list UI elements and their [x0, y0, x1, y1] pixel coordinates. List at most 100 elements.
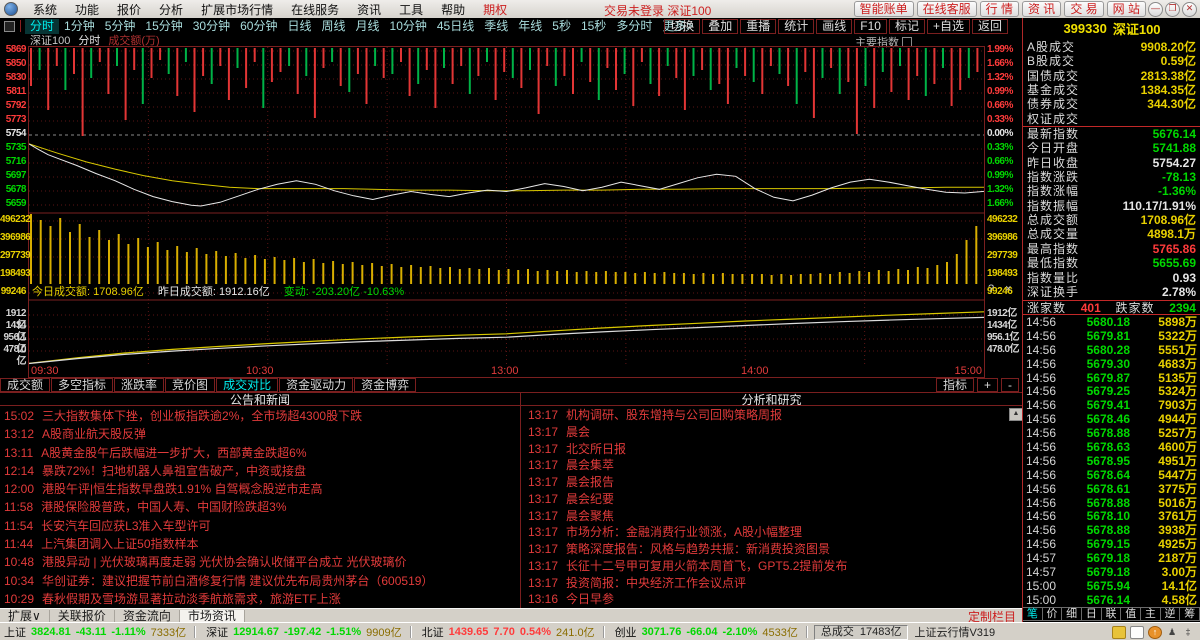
chart-tool-button[interactable]: +自选 [927, 19, 970, 34]
quote-tab[interactable]: 笔 [1023, 607, 1043, 621]
menu-item-options[interactable]: 期权 [474, 1, 516, 18]
news-item[interactable]: 13:17晨会 [528, 424, 1012, 441]
menu-item[interactable]: 资讯 [348, 3, 390, 17]
news-item[interactable]: 10:34华创证券：建议把握节前白酒修复行情 建议优先布局贵州茅台（600519… [4, 572, 518, 590]
news-item[interactable]: 13:17晨会纪要 [528, 491, 1012, 508]
quote-tab[interactable]: 日 [1082, 607, 1102, 621]
menu-item[interactable]: 功能 [66, 3, 108, 17]
indicator-tab[interactable]: 资金博弈 [354, 378, 416, 392]
period-tab[interactable]: 周线 [316, 19, 350, 34]
menu-quick-button[interactable]: 在线客服 [917, 1, 977, 17]
period-tab[interactable]: 10分钟 [385, 19, 432, 34]
index-quote[interactable]: 上证 3824.81 -43.11 -1.11% 7333亿 [0, 624, 202, 640]
news-item[interactable]: 13:11A股黄金股午后跌幅进一步扩大，西部黄金跌超6% [4, 444, 518, 462]
quote-tab[interactable]: 筹 [1180, 607, 1200, 621]
menu-quick-button[interactable]: 行 情 [980, 1, 1019, 17]
menu-item[interactable]: 扩展市场行情 [192, 3, 282, 17]
menu-item[interactable]: 报价 [108, 3, 150, 17]
zoom-in-button[interactable]: + [977, 378, 998, 392]
menu-item[interactable]: 分析 [150, 3, 192, 17]
chart-tool-button[interactable]: 统计 [778, 19, 814, 34]
news-item[interactable]: 13:17策略深度报告：风格与趋势共振：新消费投资图景 [528, 541, 1012, 558]
news-item[interactable]: 13:17晨会集萃 [528, 457, 1012, 474]
news-item[interactable]: 13:17晨会聚焦 [528, 508, 1012, 525]
period-tab[interactable]: 5秒 [547, 19, 576, 34]
period-tab[interactable]: 45日线 [432, 19, 479, 34]
news-item[interactable]: 13:16今日早参 [528, 591, 1012, 608]
layout-icon[interactable] [4, 21, 15, 32]
quote-tab[interactable]: 值 [1121, 607, 1141, 621]
chart-tool-button[interactable]: 标记 [889, 19, 925, 34]
menu-quick-button[interactable]: 资 讯 [1022, 1, 1061, 17]
restore-button[interactable]: ❐ [1165, 2, 1180, 17]
news-item[interactable]: 15:02三大指数集体下挫，创业板指跌逾2%，全市场超4300股下跌 [4, 407, 518, 425]
news-item[interactable]: 11:58港股保险股普跌，中国人寿、中国财险跌超3% [4, 498, 518, 516]
chart-tool-button[interactable]: 画线 [816, 19, 852, 34]
period-tab[interactable]: 日线 [282, 19, 316, 34]
news-item[interactable]: 11:54长安汽车回应获L3准入车型许可 [4, 517, 518, 535]
news-item[interactable]: 13:17晨会报告 [528, 474, 1012, 491]
period-tab[interactable]: 60分钟 [235, 19, 282, 34]
menu-quick-button[interactable]: 智能账单 [854, 1, 914, 17]
news-item[interactable]: 13:17北交所日报 [528, 441, 1012, 458]
period-tab[interactable]: 15秒 [576, 19, 611, 34]
chart-tool-button[interactable]: 切换 [664, 19, 700, 34]
quote-tab[interactable]: 价 [1043, 607, 1063, 621]
quote-tab[interactable]: 细 [1062, 607, 1082, 621]
menu-item[interactable]: 在线服务 [282, 3, 348, 17]
login-status[interactable]: 交易未登录 深证100 [604, 2, 711, 19]
quote-tab[interactable]: 联 [1102, 607, 1122, 621]
menu-quick-button[interactable]: 交 易 [1064, 1, 1103, 17]
news-item[interactable]: 10:29春秋假期及雪场游显著拉动淡季航旅需求，旅游ETF上涨 [4, 590, 518, 608]
chart-tool-button[interactable]: 返回 [972, 19, 1008, 34]
zoom-out-button[interactable]: - [1001, 378, 1019, 392]
message-icon[interactable] [1112, 626, 1126, 639]
index-quote[interactable]: 北证 1439.65 7.70 0.54% 241.0亿 [418, 624, 611, 640]
minimize-button[interactable]: — [1148, 2, 1163, 17]
indicator-button[interactable]: 指标 [936, 378, 974, 392]
news-item[interactable]: 11:44上汽集团调入上证50指数样本 [4, 535, 518, 553]
scroll-up-icon[interactable]: ▲ [1009, 408, 1023, 421]
period-tab[interactable]: 30分钟 [188, 19, 235, 34]
chart-tool-button[interactable]: 重播 [740, 19, 776, 34]
tick-list[interactable]: 14:565680.185898万14:565679.815322万14:565… [1023, 316, 1200, 608]
chart-tool-button[interactable]: 叠加 [702, 19, 738, 34]
menu-quick-button[interactable]: 网 站 [1107, 1, 1146, 17]
index-quote[interactable]: 深证 12914.67 -197.42 -1.51% 9909亿 [202, 624, 418, 640]
indicator-tab[interactable]: 资金驱动力 [279, 378, 353, 392]
menu-item[interactable]: 帮助 [432, 3, 474, 17]
news-item[interactable]: 13:17投资简报：中央经济工作会议点评 [528, 575, 1012, 592]
pin-icon[interactable]: ‡ [1182, 627, 1194, 638]
chart-tool-button[interactable]: F10 [854, 19, 887, 34]
news-item[interactable]: 12:14暴跌72%！扫地机器人鼻祖宣告破产，中资或接盘 [4, 462, 518, 480]
info-tab[interactable]: 市场资讯 [180, 610, 245, 623]
scroll-top-icon[interactable]: ↑ [1148, 626, 1162, 639]
period-tab[interactable]: 月线 [351, 19, 385, 34]
help-close-icons[interactable]: ? × [988, 283, 1016, 295]
period-tab[interactable]: 季线 [479, 19, 513, 34]
indicator-tab[interactable]: 多空指标 [51, 378, 113, 392]
news-item[interactable]: 12:00港股午评|恒生指数早盘跌1.91% 自驾概念股逆市走高 [4, 480, 518, 498]
news-item[interactable]: 13:17机构调研、股东增持与公司回购策略周报 [528, 407, 1012, 424]
news-item[interactable]: 13:17长征十二号甲可复用火箭本周首飞，GPT5.2提前发布 [528, 558, 1012, 575]
period-tab[interactable]: 多分时 [611, 19, 657, 34]
period-tab[interactable]: 年线 [513, 19, 547, 34]
close-button[interactable]: ✕ [1182, 2, 1197, 17]
index-quote[interactable]: 创业 3071.76 -66.04 -2.10% 4533亿 [611, 624, 814, 640]
news-item[interactable]: 13:17市场分析：金融消费行业领涨，A股小幅整理 [528, 524, 1012, 541]
intraday-plot[interactable]: 09:30 10:30 13:00 14:00 15:00 [28, 46, 985, 378]
news-item[interactable]: 10:48港股异动 | 光伏玻璃再度走弱 光伏协会确认收储平台成立 光伏玻璃价 [4, 553, 518, 571]
indicator-tab[interactable]: 成交对比 [216, 378, 278, 392]
menu-item[interactable]: 工具 [390, 3, 432, 17]
info-tab[interactable]: 关联报价 [50, 610, 115, 623]
indicator-tab[interactable]: 成交额 [0, 378, 50, 392]
menu-item[interactable]: 系统 [24, 3, 66, 17]
info-tab[interactable]: 资金流向 [115, 610, 180, 623]
indicator-tab[interactable]: 竞价图 [165, 378, 215, 392]
indicator-tab[interactable]: 涨跌率 [114, 378, 164, 392]
panel-icon[interactable] [1130, 626, 1144, 639]
info-tab[interactable]: 扩展∨ [0, 610, 50, 623]
quote-tab[interactable]: 主 [1141, 607, 1161, 621]
quote-tab[interactable]: 逆 [1161, 607, 1181, 621]
tool-icon[interactable]: ♟ [1166, 627, 1178, 638]
